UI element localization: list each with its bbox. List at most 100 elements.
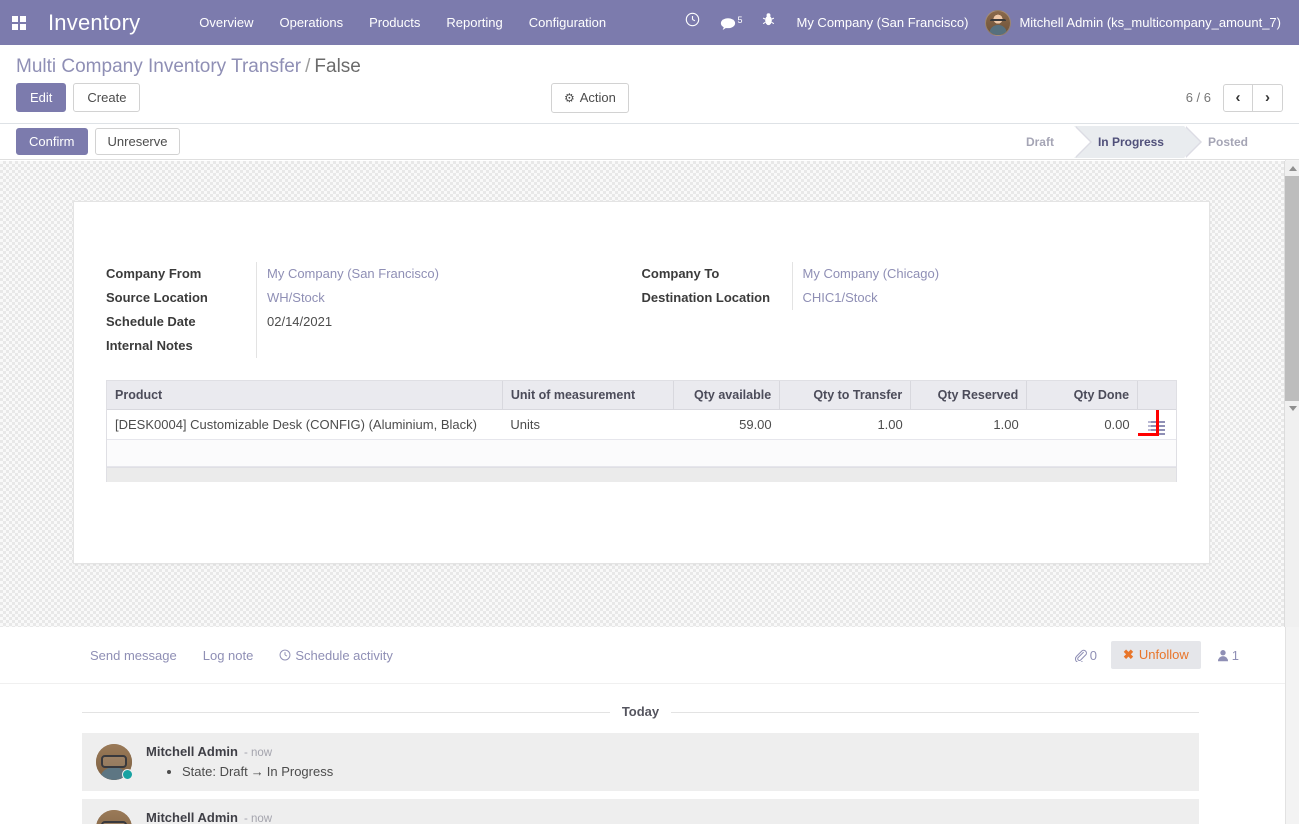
arrow-right-icon: → (250, 764, 264, 779)
unfollow-button[interactable]: ✖ Unfollow (1111, 641, 1201, 669)
apps-grid-icon (12, 15, 26, 30)
field-internal-notes: Internal Notes (106, 334, 612, 358)
pager-buttons: ‹ › (1223, 83, 1283, 112)
top-navbar: Inventory Overview Operations Products R… (0, 0, 1299, 45)
cell-qty-done[interactable]: 0.00 (1026, 409, 1138, 440)
activity-clock-icon[interactable] (675, 0, 710, 45)
apps-menu-button[interactable] (0, 0, 38, 45)
scroll-up-arrow-icon[interactable] (1285, 161, 1299, 176)
form-statusbar: Confirm Unreserve Draft In Progress Post… (0, 124, 1299, 160)
field-value-company-from[interactable]: My Company (San Francisco) (256, 262, 612, 286)
menu-item-reporting[interactable]: Reporting (433, 0, 515, 45)
control-panel-buttons: Edit Create ⚙ Action 6 / 6 ‹ › (16, 82, 1283, 123)
lines-table-body: [DESK0004] Customizable Desk (CONFIG) (A… (107, 409, 1176, 467)
transfer-lines-table: Product Unit of measurement Qty availabl… (106, 380, 1177, 482)
attachment-count: 0 (1089, 647, 1097, 663)
list-options-icon[interactable] (1146, 418, 1168, 438)
message-tracking: State: Draft→In Progress (146, 764, 1185, 779)
cell-qty-reserved[interactable]: 1.00 (910, 409, 1027, 440)
field-label-internal-notes: Internal Notes (106, 338, 193, 353)
cell-product[interactable]: [DESK0004] Customizable Desk (CONFIG) (A… (107, 409, 503, 440)
tracking-line: State: Draft→In Progress (182, 764, 1185, 779)
followers-count: 1 (1231, 647, 1239, 663)
user-name-label: Mitchell Admin (ks_multicompany_amount_7… (1019, 15, 1281, 30)
form-vertical-scrollbar[interactable] (1284, 161, 1299, 627)
message-date: - now (243, 747, 273, 759)
pager-next-button[interactable]: › (1253, 83, 1283, 112)
message-item: Mitchell Admin- now Multi Company Invent… (82, 799, 1199, 824)
breadcrumb: Multi Company Inventory Transfer / False (16, 45, 1283, 83)
pager-count: 6 / 6 (1185, 90, 1211, 105)
lines-table: Product Unit of measurement Qty availabl… (107, 381, 1176, 467)
message-body: Mitchell Admin - now State: Draft→In Prog… (146, 744, 1185, 780)
field-value-source-location[interactable]: WH/Stock (256, 286, 612, 310)
message-author[interactable]: Mitchell Admin (146, 810, 238, 824)
table-row[interactable]: [DESK0004] Customizable Desk (CONFIG) (A… (107, 409, 1176, 440)
action-button-label: Action (579, 89, 616, 105)
field-value-internal-notes[interactable] (256, 334, 612, 358)
breadcrumb-root[interactable]: Multi Company Inventory Transfer (16, 56, 301, 77)
table-empty-row[interactable] (107, 439, 1176, 467)
pager: 6 / 6 ‹ › (1185, 83, 1283, 112)
online-indicator-icon (122, 769, 133, 780)
main-menu: Overview Operations Products Reporting C… (186, 0, 619, 45)
app-brand-title[interactable]: Inventory (38, 10, 154, 36)
breadcrumb-separator: / (305, 56, 311, 77)
field-value-destination-location[interactable]: CHIC1/Stock (791, 286, 1148, 310)
column-product[interactable]: Product (107, 381, 503, 410)
chatter: Send message Log note Schedule activity … (0, 627, 1299, 824)
chatter-right-tools: 0 ✖ Unfollow 1 (1074, 641, 1239, 669)
followers-button[interactable]: 1 (1217, 648, 1239, 663)
column-qty-available[interactable]: Qty available (673, 381, 781, 410)
log-note-button[interactable]: Log note (203, 648, 254, 663)
menu-item-configuration[interactable]: Configuration (516, 0, 619, 45)
user-menu[interactable]: Mitchell Admin (ks_multicompany_amount_7… (979, 9, 1289, 36)
table-horizontal-scrollbar[interactable] (107, 467, 1176, 482)
edit-button[interactable]: Edit (16, 83, 67, 112)
status-draft[interactable]: Draft (1001, 125, 1092, 158)
scroll-down-arrow-icon[interactable] (1285, 401, 1299, 416)
column-qty-done[interactable]: Qty Done (1026, 381, 1139, 410)
messages-icon[interactable]: 5 (710, 0, 752, 47)
tracking-new-value: In Progress (266, 764, 334, 779)
avatar (96, 810, 132, 824)
debug-bug-icon[interactable] (752, 0, 785, 45)
confirm-button[interactable]: Confirm (16, 128, 88, 155)
breadcrumb-current: False (314, 56, 361, 77)
menu-item-overview[interactable]: Overview (186, 0, 266, 45)
create-button[interactable]: Create (73, 83, 141, 112)
message-item: Mitchell Admin - now State: Draft→In Prog… (82, 733, 1199, 791)
menu-item-operations[interactable]: Operations (266, 0, 356, 45)
message-header: Mitchell Admin - now (146, 744, 1185, 759)
cell-qty-to-transfer[interactable]: 1.00 (779, 409, 911, 440)
field-value-company-to[interactable]: My Company (Chicago) (791, 262, 1148, 286)
scrollbar-thumb[interactable] (1285, 176, 1299, 401)
attachment-button[interactable]: 0 (1074, 648, 1097, 663)
cell-uom[interactable]: Units (502, 409, 674, 440)
message-thread: Today Mitchell Admin - now State: Draft→I… (0, 704, 1299, 824)
column-qty-reserved[interactable]: Qty Reserved (910, 381, 1028, 410)
avatar (985, 9, 1012, 36)
field-company-to: Company To My Company (Chicago) (642, 262, 1148, 286)
field-label-source-location: Source Location (106, 290, 208, 305)
field-value-schedule-date[interactable]: 02/14/2021 (256, 310, 612, 334)
day-separator: Today (82, 704, 1199, 719)
message-author[interactable]: Mitchell Admin (146, 744, 238, 759)
send-message-button[interactable]: Send message (90, 648, 177, 663)
pager-previous-button[interactable]: ‹ (1223, 83, 1253, 112)
column-qty-to-transfer[interactable]: Qty to Transfer (779, 381, 912, 410)
column-options (1137, 381, 1176, 410)
company-switcher[interactable]: My Company (San Francisco) (785, 0, 979, 45)
chatter-toolbar: Send message Log note Schedule activity … (0, 627, 1299, 684)
column-uom[interactable]: Unit of measurement (502, 381, 675, 410)
unreserve-button[interactable]: Unreserve (94, 128, 181, 155)
message-body: Mitchell Admin- now Multi Company Invent… (146, 810, 1185, 824)
close-icon: ✖ (1123, 647, 1134, 662)
schedule-activity-button[interactable]: Schedule activity (279, 648, 393, 663)
navbar-right-zone: 5 My Company (San Francisco) Mitchell Ad… (675, 0, 1299, 47)
field-label-company-from: Company From (106, 266, 202, 281)
action-button[interactable]: ⚙ Action (551, 82, 629, 113)
gear-icon: ⚙ (564, 90, 575, 105)
cell-qty-available[interactable]: 59.00 (673, 409, 780, 440)
menu-item-products[interactable]: Products (356, 0, 433, 45)
